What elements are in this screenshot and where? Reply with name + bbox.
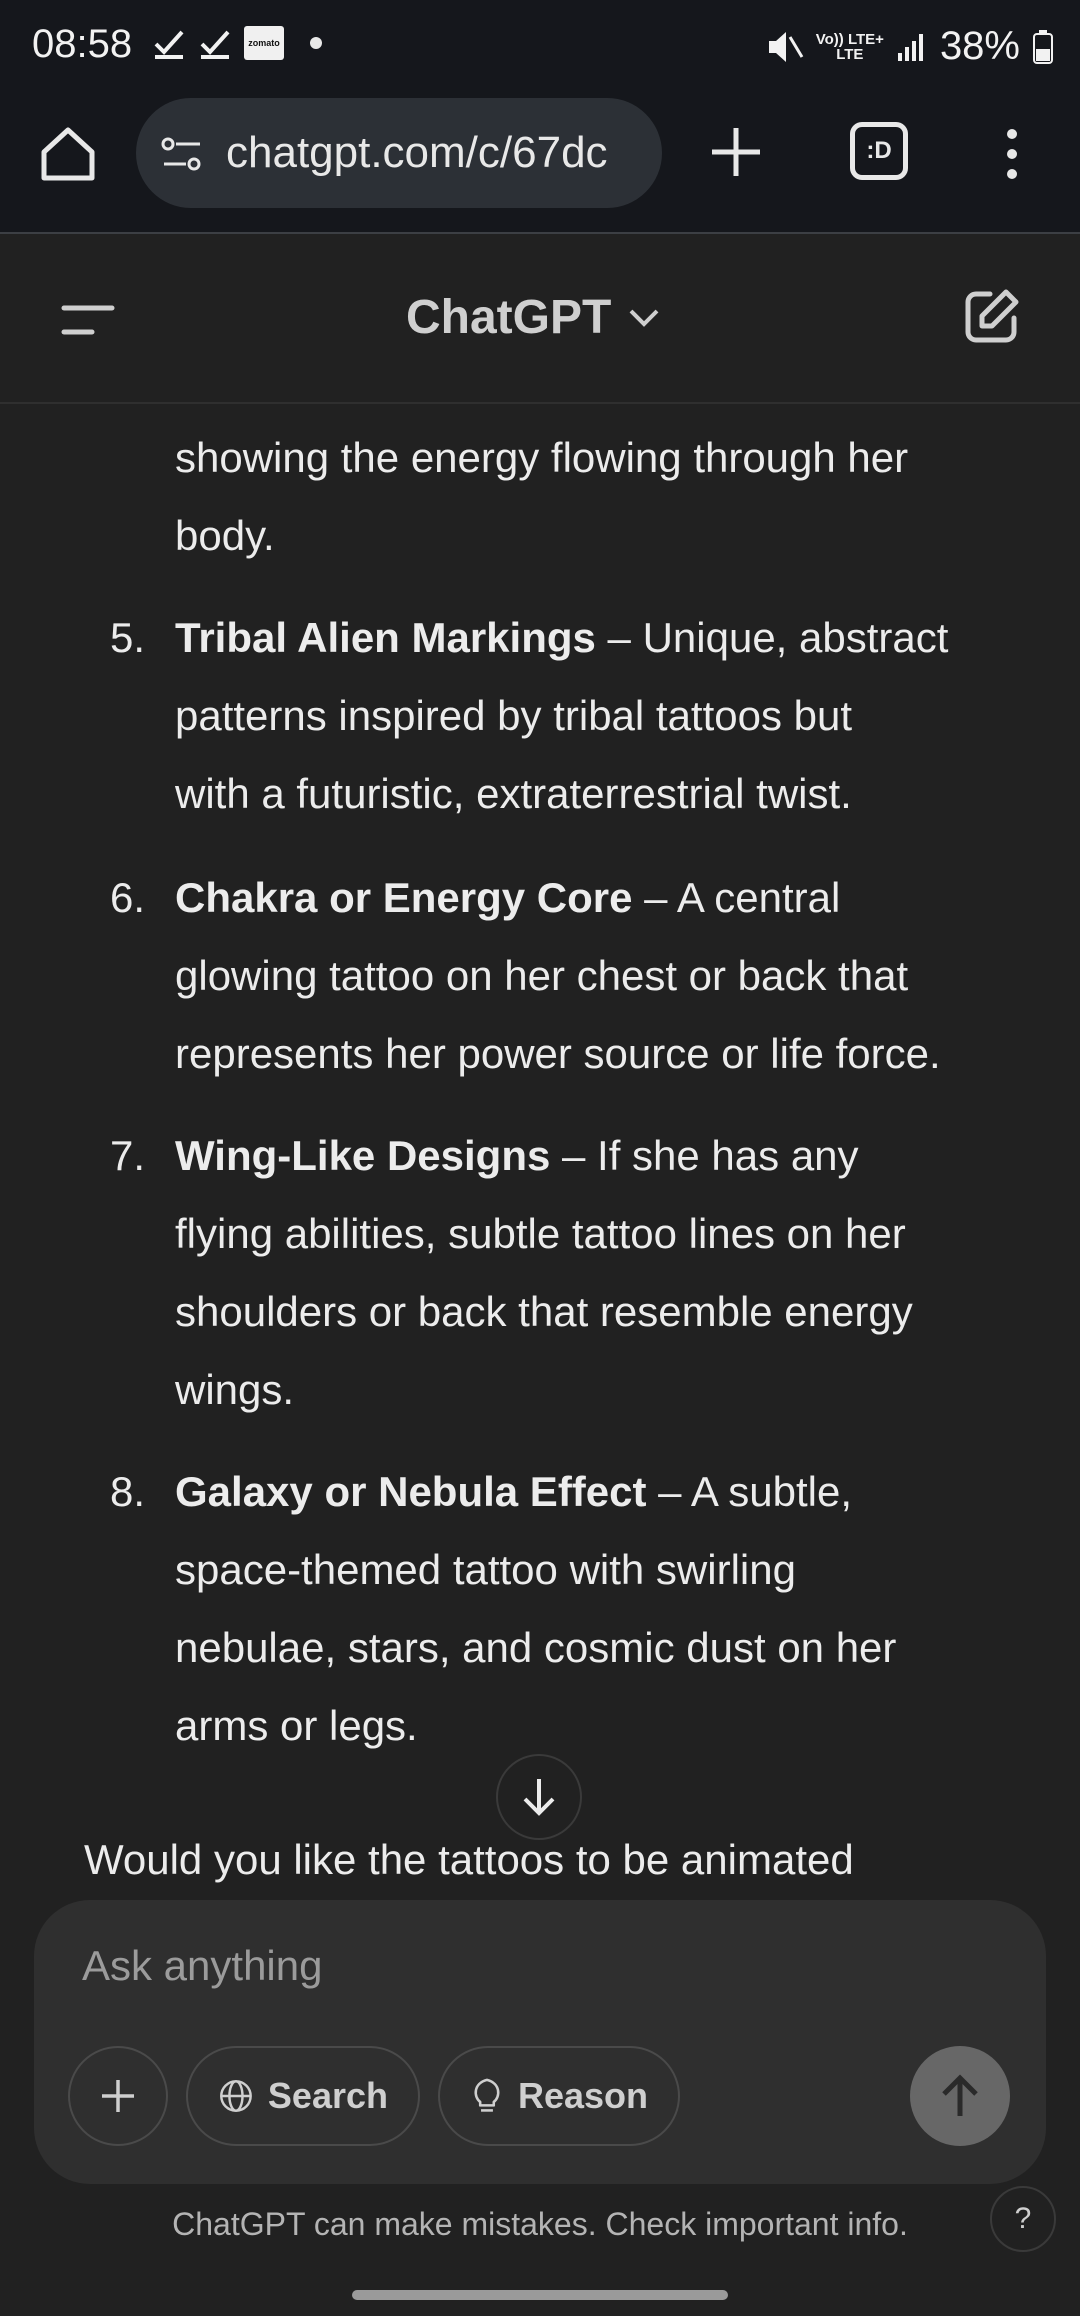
zomato-icon: zomato — [244, 26, 284, 60]
search-button[interactable]: Search — [186, 2046, 420, 2146]
composer: Search Reason — [34, 1900, 1046, 2184]
notification-dot-icon — [310, 37, 322, 49]
plus-icon — [102, 2080, 134, 2112]
text-line: wings. — [175, 1366, 295, 1413]
text-line: body. — [175, 512, 275, 559]
page-title: ChatGPT — [406, 291, 612, 344]
text-line: flying abilities, subtle tattoo lines on… — [175, 1210, 906, 1257]
reason-button[interactable]: Reason — [438, 2046, 680, 2146]
more-menu-icon[interactable] — [994, 126, 1030, 182]
status-bar: 08:58 zomato Vo)) LTE+ LTE 38% — [0, 0, 1080, 92]
browser-toolbar: chatgpt.com/c/67dc :D — [0, 92, 1080, 234]
text-line: patterns inspired by tribal tattoos but — [175, 692, 853, 739]
model-selector[interactable]: ChatGPT — [406, 290, 661, 345]
home-icon[interactable] — [36, 122, 100, 186]
app-header: ChatGPT — [0, 234, 1080, 404]
check-icon — [154, 30, 184, 59]
chevron-down-icon — [629, 309, 659, 327]
list-item: Tribal Alien Markings – Unique, abstract — [175, 614, 949, 661]
sidebar-menu-icon[interactable] — [60, 300, 116, 340]
scroll-to-bottom-button[interactable] — [496, 1754, 582, 1840]
mute-icon — [768, 31, 804, 62]
closing-question: Would you like the tattoos to be animate… — [84, 1836, 854, 1883]
text-line: arms or legs. — [175, 1702, 418, 1749]
assistant-message: showing the energy flowing through her b… — [0, 404, 1080, 1884]
list-number: 8. — [110, 1468, 146, 1515]
list-item: Chakra or Energy Core – A central — [175, 874, 841, 921]
text-line: shoulders or back that resemble energy — [175, 1288, 913, 1335]
status-time: 08:58 — [32, 22, 133, 66]
new-chat-icon[interactable] — [960, 286, 1022, 348]
site-settings-icon[interactable] — [160, 134, 204, 174]
gesture-bar[interactable] — [352, 2290, 728, 2300]
send-button[interactable] — [910, 2046, 1010, 2146]
list-item: Wing-Like Designs – If she has any — [175, 1132, 859, 1179]
signal-icon — [897, 33, 923, 61]
check-icon — [200, 30, 230, 59]
reason-label: Reason — [517, 2075, 648, 2116]
text-line: with a futuristic, extraterrestrial twis… — [175, 770, 852, 817]
url-text[interactable]: chatgpt.com/c/67dc — [226, 128, 608, 178]
text-line: glowing tattoo on her chest or back that — [175, 952, 909, 999]
address-bar[interactable]: chatgpt.com/c/67dc — [136, 98, 662, 208]
text-line: nebulae, stars, and cosmic dust on her — [175, 1624, 897, 1671]
text-line: represents her power source or life forc… — [175, 1030, 941, 1077]
arrow-up-icon — [942, 2074, 978, 2116]
list-number: 7. — [110, 1132, 146, 1179]
list-number: 5. — [110, 614, 146, 661]
disclaimer-text: ChatGPT can make mistakes. Check importa… — [172, 2206, 908, 2242]
status-right: Vo)) LTE+ LTE 38% — [766, 24, 1054, 69]
notification-icons: zomato — [152, 26, 322, 60]
battery-icon — [1033, 29, 1053, 64]
arrow-down-icon — [523, 1779, 555, 1816]
tab-switcher-button[interactable]: :D — [850, 122, 908, 180]
globe-icon — [220, 2080, 252, 2112]
new-tab-icon[interactable] — [706, 122, 766, 182]
list-number: 6. — [110, 874, 146, 921]
list-item: Galaxy or Nebula Effect – A subtle, — [175, 1468, 852, 1515]
search-label: Search — [267, 2075, 388, 2116]
help-button[interactable]: ? — [990, 2186, 1056, 2252]
lightbulb-icon — [474, 2078, 500, 2112]
prompt-input[interactable] — [80, 1930, 884, 2002]
text-line: showing the energy flowing through her — [175, 434, 909, 481]
network-type: Vo)) LTE+ LTE — [815, 30, 884, 63]
text-line: space-themed tattoo with swirling — [175, 1546, 796, 1593]
battery-percent: 38% — [939, 24, 1020, 68]
attach-button[interactable] — [68, 2046, 168, 2146]
